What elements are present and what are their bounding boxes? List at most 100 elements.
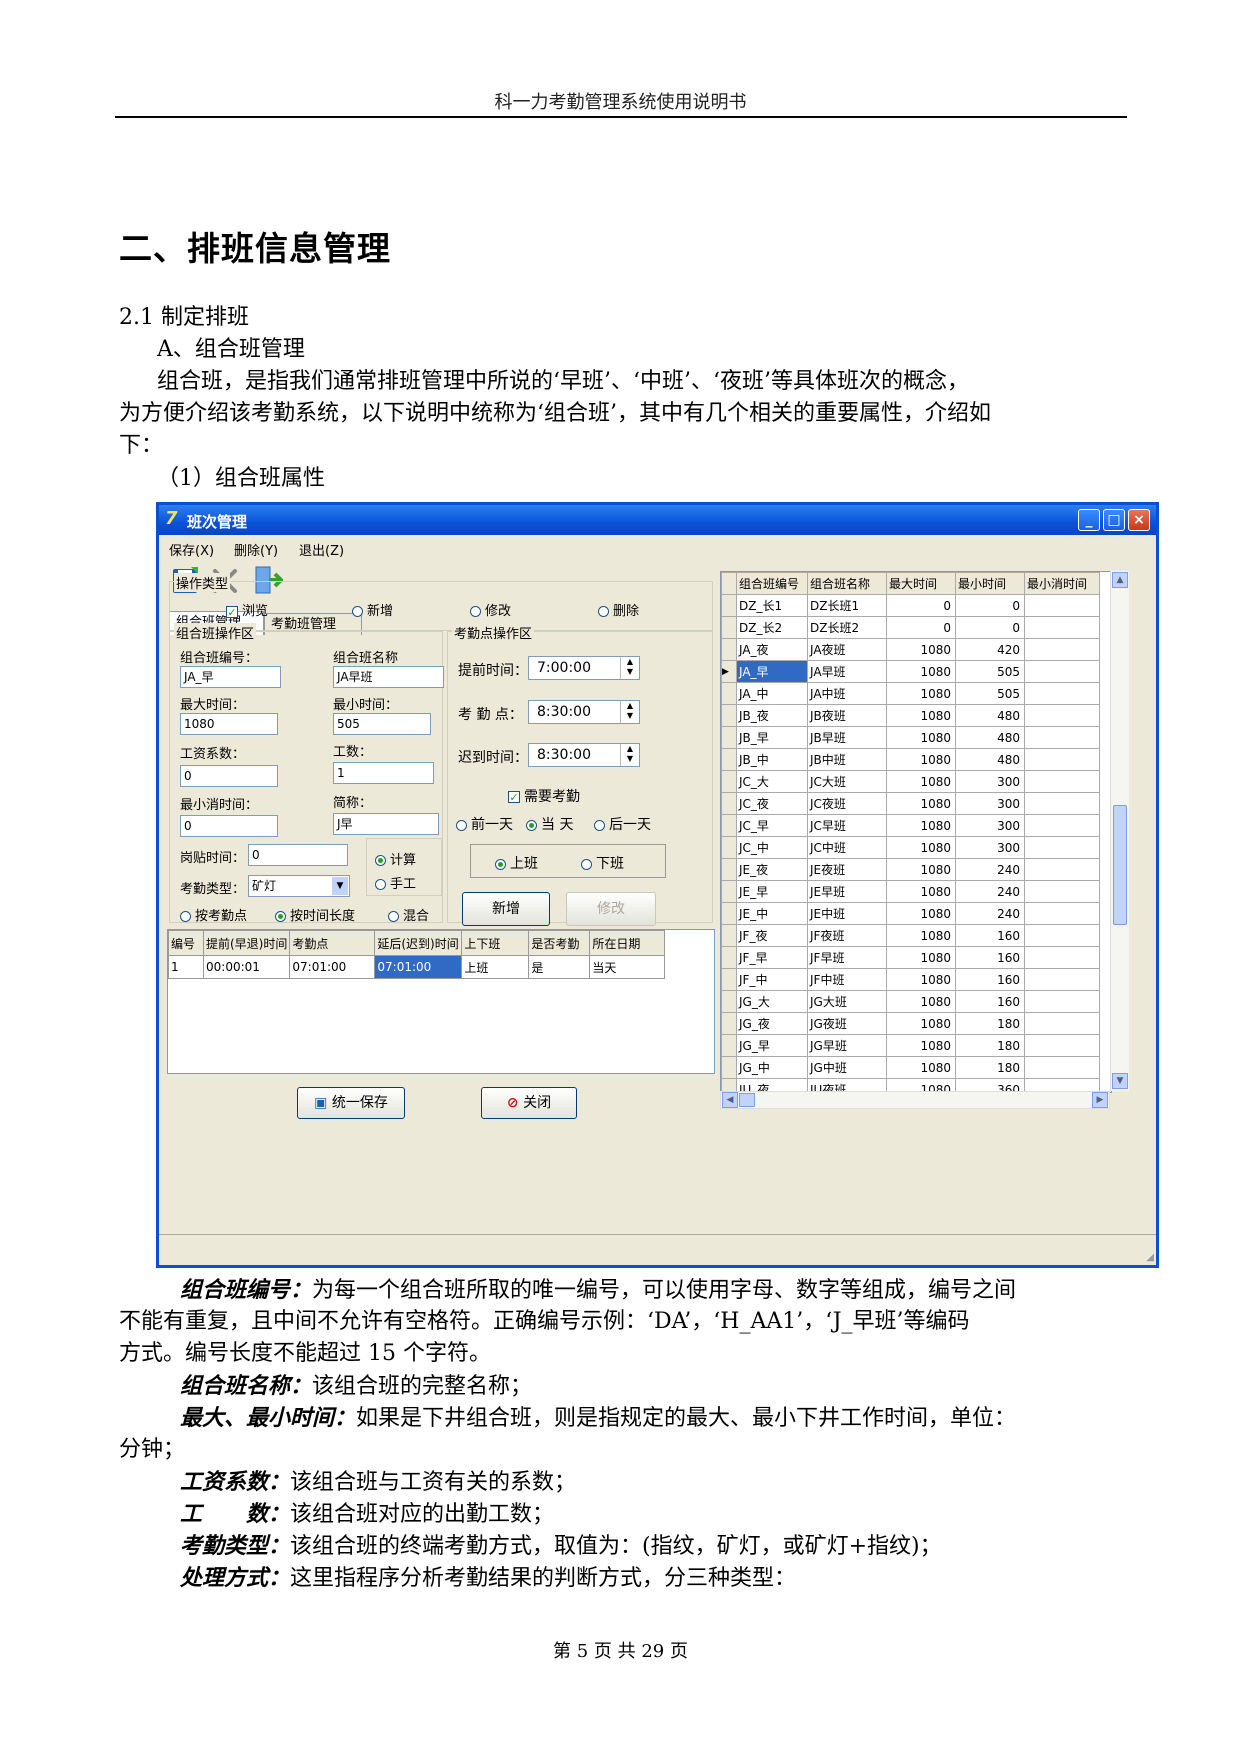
table-cell[interactable]: 07:01:00 xyxy=(289,955,376,979)
table-row[interactable]: JE_夜 JE夜班 1080 240 xyxy=(721,858,1100,881)
table-cell[interactable]: JG中班 xyxy=(807,1056,887,1079)
table-cell[interactable] xyxy=(1024,814,1100,837)
add-radio[interactable]: 新增 xyxy=(352,600,393,619)
table-row[interactable]: JF_早 JF早班 1080 160 xyxy=(721,946,1100,969)
scroll-down-icon[interactable]: ▼ xyxy=(1112,1073,1128,1089)
row-indicator[interactable] xyxy=(721,594,737,617)
table-cell[interactable]: 是 xyxy=(528,955,591,979)
table-cell[interactable]: 505 xyxy=(955,660,1025,683)
table-cell[interactable]: JG_中 xyxy=(736,1056,808,1079)
row-indicator[interactable] xyxy=(721,638,737,661)
row-indicator[interactable] xyxy=(721,770,737,793)
row-indicator[interactable] xyxy=(721,616,737,639)
table-cell[interactable] xyxy=(1024,726,1100,749)
table-cell[interactable]: JC夜班 xyxy=(807,792,887,815)
row-indicator[interactable] xyxy=(721,1034,737,1057)
column-header[interactable]: 所在日期 xyxy=(589,930,666,956)
table-cell[interactable] xyxy=(1024,748,1100,771)
table-cell[interactable]: JC_中 xyxy=(736,836,808,859)
table-cell[interactable]: JE_夜 xyxy=(736,858,808,881)
column-header[interactable]: 最大时间 xyxy=(886,572,956,595)
row-indicator[interactable] xyxy=(721,902,737,925)
save-all-button[interactable]: ▣ 统一保存 xyxy=(297,1087,405,1119)
table-cell[interactable] xyxy=(1024,1056,1100,1079)
table-cell[interactable] xyxy=(1024,770,1100,793)
code-input[interactable]: JA_早 xyxy=(180,666,281,688)
row-indicator[interactable] xyxy=(721,858,737,881)
table-cell[interactable]: 1 xyxy=(168,955,204,979)
table-cell[interactable]: 0 xyxy=(955,594,1025,617)
table-row[interactable]: JB_早 JB早班 1080 480 xyxy=(721,726,1100,749)
row-indicator[interactable] xyxy=(721,748,737,771)
table-cell[interactable]: 1080 xyxy=(886,638,956,661)
prev-day-radio[interactable]: 前一天 xyxy=(456,814,513,834)
work-count-input[interactable]: 1 xyxy=(333,762,434,784)
row-indicator[interactable]: ▶ xyxy=(721,660,737,683)
table-cell[interactable]: JF_早 xyxy=(736,946,808,969)
table-cell[interactable]: 0 xyxy=(886,594,956,617)
table-cell[interactable]: 300 xyxy=(955,814,1025,837)
table-cell[interactable]: 1080 xyxy=(886,968,956,991)
table-row[interactable]: JG_中 JG中班 1080 180 xyxy=(721,1056,1100,1079)
table-row[interactable]: JB_中 JB中班 1080 480 xyxy=(721,748,1100,771)
table-row[interactable]: 1 00:00:01 07:01:00 07:01:00 上班 是 当天 xyxy=(168,955,666,979)
table-cell[interactable]: 1080 xyxy=(886,770,956,793)
scroll-thumb[interactable] xyxy=(1113,805,1127,925)
table-cell[interactable] xyxy=(1024,616,1100,639)
name-input[interactable]: JA早班 xyxy=(333,666,444,688)
table-cell[interactable]: 1080 xyxy=(886,726,956,749)
table-cell[interactable] xyxy=(1024,1034,1100,1057)
table-cell[interactable]: JA早班 xyxy=(807,660,887,683)
table-cell[interactable]: JA夜班 xyxy=(807,638,887,661)
table-cell[interactable] xyxy=(1024,880,1100,903)
table-cell[interactable]: 420 xyxy=(955,638,1025,661)
modify-point-button[interactable]: 修改 xyxy=(566,892,656,926)
scroll-right-icon[interactable]: ▶ xyxy=(1092,1092,1108,1108)
row-indicator[interactable] xyxy=(721,704,737,727)
table-cell[interactable]: 0 xyxy=(955,616,1025,639)
table-cell[interactable]: DZ长班1 xyxy=(807,594,887,617)
column-header[interactable]: 上下班 xyxy=(461,930,530,956)
column-header[interactable]: 延后(迟到)时间 xyxy=(374,930,463,956)
table-cell[interactable]: 480 xyxy=(955,704,1025,727)
table-cell-selected[interactable]: 07:01:00 xyxy=(374,955,463,979)
column-header[interactable]: 编号 xyxy=(168,930,204,956)
table-cell[interactable]: 上班 xyxy=(461,955,530,979)
table-cell[interactable]: 505 xyxy=(955,682,1025,705)
resize-grip-icon[interactable]: ◢ xyxy=(1146,1252,1154,1263)
column-header[interactable]: 组合班名称 xyxy=(807,572,887,595)
table-cell[interactable]: DZ长班2 xyxy=(807,616,887,639)
table-cell[interactable]: 160 xyxy=(955,924,1025,947)
table-cell[interactable]: 1080 xyxy=(886,902,956,925)
table-row[interactable]: DZ_长1 DZ长班1 0 0 xyxy=(721,594,1100,617)
table-cell[interactable]: JB_中 xyxy=(736,748,808,771)
same-day-radio[interactable]: 当 天 xyxy=(526,814,573,834)
by-length-radio[interactable]: 按时间长度 xyxy=(275,905,355,924)
menu-delete[interactable]: 删除(Y) xyxy=(234,540,278,559)
table-cell[interactable]: JA_早 xyxy=(736,660,808,683)
table-cell[interactable]: DZ_长1 xyxy=(736,594,808,617)
table-cell[interactable]: 1080 xyxy=(886,924,956,947)
table-cell[interactable]: 240 xyxy=(955,902,1025,925)
table-row[interactable]: JA_中 JA中班 1080 505 xyxy=(721,682,1100,705)
scroll-up-icon[interactable]: ▲ xyxy=(1112,572,1128,588)
delete-radio[interactable]: 删除 xyxy=(598,600,639,619)
table-cell[interactable]: 300 xyxy=(955,792,1025,815)
table-row[interactable]: JG_大 JG大班 1080 160 xyxy=(721,990,1100,1013)
column-header[interactable]: 提前(早退)时间 xyxy=(202,930,291,956)
vertical-scrollbar[interactable]: ▲ ▼ xyxy=(1110,571,1129,1091)
table-cell[interactable]: JF_夜 xyxy=(736,924,808,947)
table-cell[interactable] xyxy=(1024,902,1100,925)
table-cell[interactable]: JF夜班 xyxy=(807,924,887,947)
row-indicator[interactable] xyxy=(721,924,737,947)
column-header[interactable]: 组合班编号 xyxy=(736,572,808,595)
close-button[interactable]: ⊘ 关闭 xyxy=(481,1087,577,1119)
browse-checkbox[interactable]: ✓ 浏览 xyxy=(226,600,268,619)
on-duty-radio[interactable]: 上班 xyxy=(495,853,538,873)
min-time-input[interactable]: 505 xyxy=(333,713,431,735)
table-row[interactable]: JC_中 JC中班 1080 300 xyxy=(721,836,1100,859)
table-cell[interactable]: 1080 xyxy=(886,946,956,969)
table-cell[interactable]: JE_早 xyxy=(736,880,808,903)
calc-radio[interactable]: 计算 xyxy=(375,849,416,868)
table-cell[interactable]: 480 xyxy=(955,748,1025,771)
